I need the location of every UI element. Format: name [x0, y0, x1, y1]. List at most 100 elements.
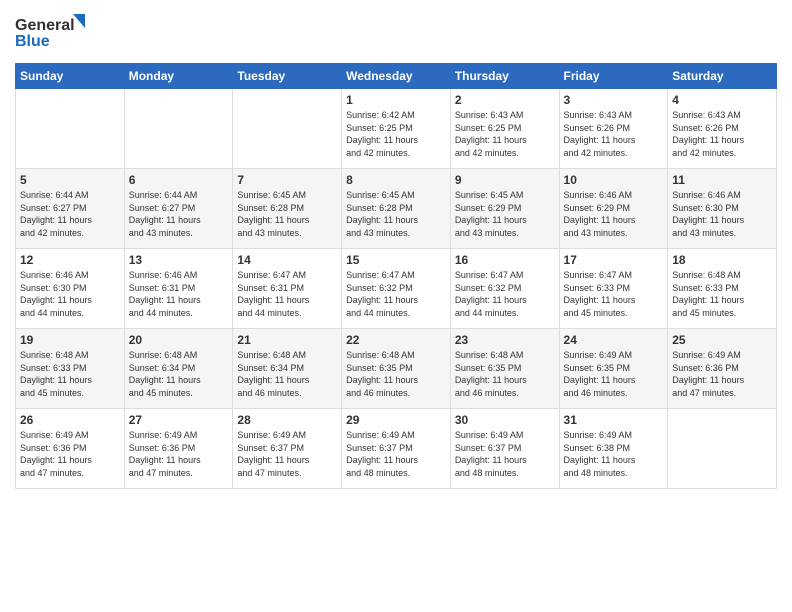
day-info: Sunrise: 6:45 AMSunset: 6:29 PMDaylight:…: [455, 189, 555, 239]
header-day-wednesday: Wednesday: [342, 64, 451, 89]
calendar-cell: 3 Sunrise: 6:43 AMSunset: 6:26 PMDaylight…: [559, 89, 668, 169]
day-number: 13: [129, 253, 229, 267]
day-number: 16: [455, 253, 555, 267]
calendar-cell: 9 Sunrise: 6:45 AMSunset: 6:29 PMDaylight…: [450, 169, 559, 249]
day-info: Sunrise: 6:49 AMSunset: 6:37 PMDaylight:…: [346, 429, 446, 479]
header-day-monday: Monday: [124, 64, 233, 89]
header-day-tuesday: Tuesday: [233, 64, 342, 89]
day-number: 3: [564, 93, 664, 107]
calendar-cell: 29 Sunrise: 6:49 AMSunset: 6:37 PMDayligh…: [342, 409, 451, 489]
day-info: Sunrise: 6:47 AMSunset: 6:31 PMDaylight:…: [237, 269, 337, 319]
day-info: Sunrise: 6:44 AMSunset: 6:27 PMDaylight:…: [129, 189, 229, 239]
logo: General Blue: [15, 10, 85, 55]
day-info: Sunrise: 6:48 AMSunset: 6:35 PMDaylight:…: [455, 349, 555, 399]
day-number: 29: [346, 413, 446, 427]
day-number: 30: [455, 413, 555, 427]
page: General Blue SundayMondayTuesdayWednesda…: [0, 0, 792, 612]
day-info: Sunrise: 6:48 AMSunset: 6:33 PMDaylight:…: [20, 349, 120, 399]
day-number: 8: [346, 173, 446, 187]
header-day-saturday: Saturday: [668, 64, 777, 89]
calendar-cell: 27Sunrise: 6:49 AMSunset: 6:36 PMDayligh…: [124, 409, 233, 489]
day-number: 9: [455, 173, 555, 187]
calendar-cell: 8 Sunrise: 6:45 AMSunset: 6:28 PMDaylight…: [342, 169, 451, 249]
calendar-cell: 7 Sunrise: 6:45 AMSunset: 6:28 PMDaylight…: [233, 169, 342, 249]
day-number: 18: [672, 253, 772, 267]
day-number: 14: [237, 253, 337, 267]
day-info: Sunrise: 6:49 AMSunset: 6:37 PMDaylight:…: [455, 429, 555, 479]
day-number: 27: [129, 413, 229, 427]
day-info: Sunrise: 6:46 AMSunset: 6:30 PMDaylight:…: [672, 189, 772, 239]
day-number: 25: [672, 333, 772, 347]
svg-text:Blue: Blue: [15, 33, 50, 50]
calendar-cell: 15 Sunrise: 6:47 AMSunset: 6:32 PMDayligh…: [342, 249, 451, 329]
week-row-2: 5 Sunrise: 6:44 AMSunset: 6:27 PMDaylight…: [16, 169, 777, 249]
day-number: 21: [237, 333, 337, 347]
calendar-cell: 20Sunrise: 6:48 AMSunset: 6:34 PMDayligh…: [124, 329, 233, 409]
day-number: 15: [346, 253, 446, 267]
day-info: Sunrise: 6:46 AMSunset: 6:29 PMDaylight:…: [564, 189, 664, 239]
day-info: Sunrise: 6:49 AMSunset: 6:36 PMDaylight:…: [672, 349, 772, 399]
day-info: Sunrise: 6:44 AMSunset: 6:27 PMDaylight:…: [20, 189, 120, 239]
header-day-sunday: Sunday: [16, 64, 125, 89]
week-row-1: 1 Sunrise: 6:42 AMSunset: 6:25 PMDaylight…: [16, 89, 777, 169]
day-info: Sunrise: 6:43 AMSunset: 6:25 PMDaylight:…: [455, 109, 555, 159]
day-info: Sunrise: 6:46 AMSunset: 6:30 PMDaylight:…: [20, 269, 120, 319]
day-number: 22: [346, 333, 446, 347]
logo-svg: General Blue: [15, 10, 85, 55]
week-row-3: 12 Sunrise: 6:46 AMSunset: 6:30 PMDayligh…: [16, 249, 777, 329]
day-info: Sunrise: 6:45 AMSunset: 6:28 PMDaylight:…: [346, 189, 446, 239]
day-number: 12: [20, 253, 120, 267]
calendar-cell: 24Sunrise: 6:49 AMSunset: 6:35 PMDayligh…: [559, 329, 668, 409]
day-info: Sunrise: 6:48 AMSunset: 6:35 PMDaylight:…: [346, 349, 446, 399]
header: General Blue: [15, 10, 777, 55]
day-info: Sunrise: 6:48 AMSunset: 6:34 PMDaylight:…: [237, 349, 337, 399]
day-info: Sunrise: 6:45 AMSunset: 6:28 PMDaylight:…: [237, 189, 337, 239]
calendar-cell: 16 Sunrise: 6:47 AMSunset: 6:32 PMDayligh…: [450, 249, 559, 329]
day-number: 26: [20, 413, 120, 427]
header-day-thursday: Thursday: [450, 64, 559, 89]
day-info: Sunrise: 6:43 AMSunset: 6:26 PMDaylight:…: [564, 109, 664, 159]
calendar-cell: 2Sunrise: 6:43 AMSunset: 6:25 PMDaylight…: [450, 89, 559, 169]
day-info: Sunrise: 6:47 AMSunset: 6:32 PMDaylight:…: [346, 269, 446, 319]
calendar-cell: 1 Sunrise: 6:42 AMSunset: 6:25 PMDaylight…: [342, 89, 451, 169]
calendar-cell: 25 Sunrise: 6:49 AMSunset: 6:36 PMDayligh…: [668, 329, 777, 409]
calendar-cell: [124, 89, 233, 169]
day-number: 4: [672, 93, 772, 107]
day-number: 17: [564, 253, 664, 267]
day-number: 19: [20, 333, 120, 347]
day-number: 7: [237, 173, 337, 187]
calendar-cell: 23 Sunrise: 6:48 AMSunset: 6:35 PMDayligh…: [450, 329, 559, 409]
week-row-4: 19 Sunrise: 6:48 AMSunset: 6:33 PMDayligh…: [16, 329, 777, 409]
calendar-cell: 13 Sunrise: 6:46 AMSunset: 6:31 PMDayligh…: [124, 249, 233, 329]
calendar-cell: [16, 89, 125, 169]
day-number: 10: [564, 173, 664, 187]
day-info: Sunrise: 6:46 AMSunset: 6:31 PMDaylight:…: [129, 269, 229, 319]
calendar-cell: 26 Sunrise: 6:49 AMSunset: 6:36 PMDayligh…: [16, 409, 125, 489]
day-number: 5: [20, 173, 120, 187]
day-number: 11: [672, 173, 772, 187]
day-number: 23: [455, 333, 555, 347]
calendar-cell: 18Sunrise: 6:48 AMSunset: 6:33 PMDayligh…: [668, 249, 777, 329]
calendar-cell: 28 Sunrise: 6:49 AMSunset: 6:37 PMDayligh…: [233, 409, 342, 489]
calendar-table: SundayMondayTuesdayWednesdayThursdayFrid…: [15, 63, 777, 489]
calendar-cell: 11 Sunrise: 6:46 AMSunset: 6:30 PMDayligh…: [668, 169, 777, 249]
calendar-cell: 17 Sunrise: 6:47 AMSunset: 6:33 PMDayligh…: [559, 249, 668, 329]
calendar-cell: 22 Sunrise: 6:48 AMSunset: 6:35 PMDayligh…: [342, 329, 451, 409]
day-info: Sunrise: 6:47 AMSunset: 6:32 PMDaylight:…: [455, 269, 555, 319]
day-info: Sunrise: 6:47 AMSunset: 6:33 PMDaylight:…: [564, 269, 664, 319]
day-number: 28: [237, 413, 337, 427]
day-info: Sunrise: 6:42 AMSunset: 6:25 PMDaylight:…: [346, 109, 446, 159]
day-info: Sunrise: 6:49 AMSunset: 6:36 PMDaylight:…: [20, 429, 120, 479]
week-row-5: 26 Sunrise: 6:49 AMSunset: 6:36 PMDayligh…: [16, 409, 777, 489]
calendar-header-row: SundayMondayTuesdayWednesdayThursdayFrid…: [16, 64, 777, 89]
calendar-cell: 5 Sunrise: 6:44 AMSunset: 6:27 PMDaylight…: [16, 169, 125, 249]
calendar-cell: 12 Sunrise: 6:46 AMSunset: 6:30 PMDayligh…: [16, 249, 125, 329]
day-number: 1: [346, 93, 446, 107]
day-info: Sunrise: 6:49 AMSunset: 6:37 PMDaylight:…: [237, 429, 337, 479]
calendar-cell: 31Sunrise: 6:49 AMSunset: 6:38 PMDayligh…: [559, 409, 668, 489]
svg-text:General: General: [15, 17, 75, 34]
calendar-cell: 10 Sunrise: 6:46 AMSunset: 6:29 PMDayligh…: [559, 169, 668, 249]
day-number: 6: [129, 173, 229, 187]
calendar-cell: 14 Sunrise: 6:47 AMSunset: 6:31 PMDayligh…: [233, 249, 342, 329]
calendar-cell: 6 Sunrise: 6:44 AMSunset: 6:27 PMDaylight…: [124, 169, 233, 249]
